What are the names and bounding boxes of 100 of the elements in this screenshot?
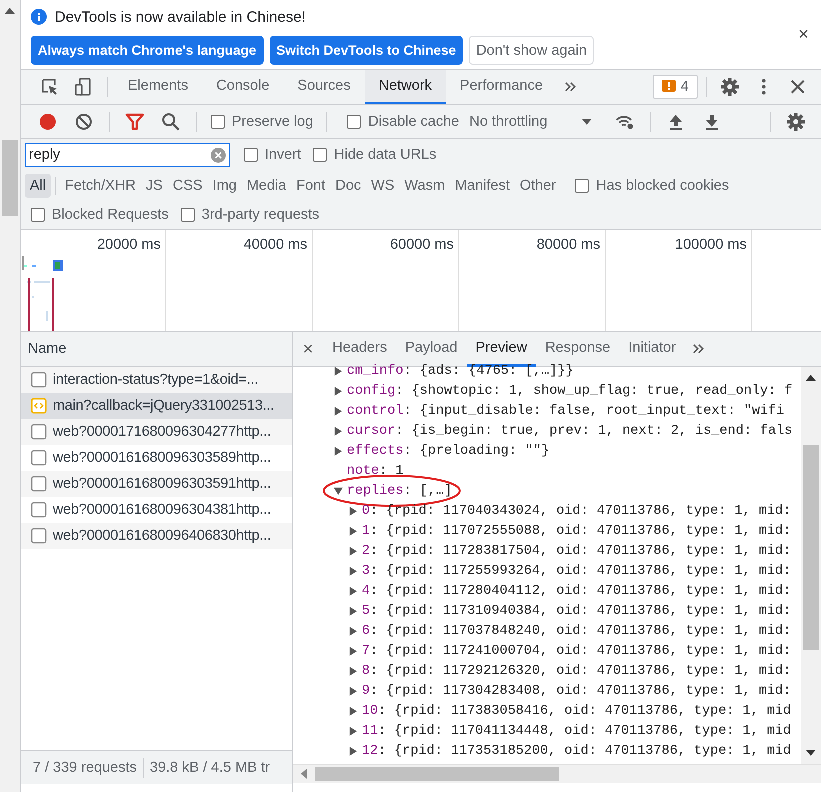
type-filter-button[interactable]: Fetch/XHR <box>60 174 142 198</box>
property-entry: note: 1 <box>347 464 404 478</box>
expand-triangle-icon[interactable] <box>349 606 358 616</box>
more-tabs-icon[interactable] <box>693 344 706 354</box>
expand-triangle-icon[interactable] <box>334 386 343 396</box>
scroll-left-icon[interactable] <box>301 769 307 779</box>
property-entry: 9: {rpid: 117304283408, oid: 470113786, type: 1, mid: <box>362 684 792 698</box>
checkbox[interactable] <box>31 208 45 222</box>
infobar-button[interactable]: Always match Chrome's language <box>31 36 264 65</box>
type-filter-button[interactable]: Other <box>515 174 562 198</box>
expand-triangle-icon[interactable] <box>334 446 343 456</box>
checkbox[interactable] <box>244 148 258 162</box>
request-row[interactable]: interaction-status?type=1&oid=... <box>21 367 292 393</box>
expand-triangle-icon[interactable] <box>349 546 358 556</box>
scroll-up-icon[interactable] <box>806 375 816 381</box>
expand-triangle-icon[interactable] <box>349 666 358 676</box>
record-icon[interactable] <box>38 112 58 132</box>
expand-triangle-icon[interactable] <box>349 686 358 696</box>
type-filter-button[interactable]: Media <box>242 174 292 198</box>
document-icon <box>31 528 47 544</box>
expand-triangle-icon[interactable] <box>349 746 358 756</box>
expand-triangle-icon[interactable] <box>349 646 358 656</box>
issue-icon <box>662 80 676 94</box>
infobar-button[interactable]: Switch DevTools to Chinese <box>270 36 464 65</box>
clear-icon[interactable] <box>74 112 94 132</box>
type-filter-button[interactable]: Font <box>291 174 330 198</box>
close-button[interactable]: × <box>293 338 324 360</box>
document-icon <box>31 424 47 440</box>
request-row[interactable]: web?0000161680096406830http... <box>21 523 292 549</box>
panel-tab[interactable]: Elements <box>114 70 202 104</box>
type-filter-button[interactable]: Wasm <box>400 174 450 198</box>
inspect-icon[interactable] <box>40 77 60 97</box>
collapse-triangle-icon[interactable] <box>334 486 343 496</box>
settings-icon[interactable] <box>720 77 740 97</box>
property-entry: 4: {rpid: 117280404112, oid: 470113786, type: 1, mid: <box>362 584 792 598</box>
request-name: web?0000161680096303591http... <box>53 476 272 492</box>
type-filter-button[interactable]: JS <box>141 174 168 198</box>
type-filter-button[interactable]: Img <box>208 174 242 198</box>
filter-icon[interactable] <box>125 112 145 132</box>
property-entry: 8: {rpid: 117292126320, oid: 470113786, type: 1, mid: <box>362 664 792 678</box>
settings-icon[interactable] <box>786 112 806 132</box>
checkbox-label: Blocked Requests <box>52 206 169 222</box>
property-entry: 5: {rpid: 117310940384, oid: 470113786, type: 1, mid: <box>362 604 792 618</box>
checkbox-label: Hide data URLs <box>334 147 437 163</box>
issues-badge[interactable]: 4 <box>652 75 698 99</box>
property-entry: control: {input_disable: false, root_input_text: "wifi <box>347 404 784 418</box>
infobar-button[interactable]: Don't show again <box>469 36 594 65</box>
time-label: 60000 ms <box>390 237 454 255</box>
expand-triangle-icon[interactable] <box>349 586 358 596</box>
expand-triangle-icon[interactable] <box>349 506 358 516</box>
checkbox[interactable] <box>575 178 590 192</box>
expand-triangle-icon[interactable] <box>349 626 358 636</box>
expand-triangle-icon[interactable] <box>334 426 343 436</box>
checkbox-label: Disable cache <box>368 114 460 130</box>
request-row[interactable]: web?0000161680096303589http... <box>21 445 292 471</box>
panel-tab[interactable]: Network <box>364 70 446 104</box>
type-filter-button[interactable]: Doc <box>330 174 366 198</box>
expand-triangle-icon[interactable] <box>349 526 358 536</box>
close-button[interactable]: × <box>796 24 811 45</box>
scrollbar-thumb[interactable] <box>2 140 18 216</box>
expand-triangle-icon[interactable] <box>349 726 358 736</box>
scroll-down-icon[interactable] <box>806 750 816 756</box>
scrollbar-thumb[interactable] <box>315 767 559 781</box>
checkbox-label: 3rd-party requests <box>202 206 320 222</box>
checkbox[interactable] <box>211 114 225 128</box>
clear-icon[interactable] <box>211 148 226 162</box>
request-name: web?0000161680096303589http... <box>53 450 272 466</box>
column-header[interactable]: Name <box>21 332 292 367</box>
panel-tab[interactable]: Sources <box>284 70 365 104</box>
checkbox[interactable] <box>347 114 362 128</box>
property-entry: 2: {rpid: 117283817504, oid: 470113786, type: 1, mid: <box>362 544 792 558</box>
type-filter-button[interactable]: All <box>25 174 52 198</box>
panel-tab[interactable]: Performance <box>446 70 558 104</box>
expand-triangle-icon[interactable] <box>349 566 358 576</box>
scrollbar-thumb[interactable] <box>803 445 819 650</box>
property-entry: replies: [,…] <box>347 484 452 498</box>
type-filter-button[interactable]: CSS <box>168 174 208 198</box>
filter-field[interactable]: reply <box>25 143 230 167</box>
expand-triangle-icon[interactable] <box>334 406 343 416</box>
checkbox[interactable] <box>313 148 328 162</box>
more-tabs-icon[interactable] <box>565 82 578 92</box>
device-icon[interactable] <box>74 77 94 97</box>
panel-tab[interactable]: Console <box>202 70 284 104</box>
search-icon[interactable] <box>161 112 181 132</box>
request-row[interactable]: web?0000161680096303591http... <box>21 471 292 497</box>
request-row[interactable]: web?0000161680096304381http... <box>21 497 292 523</box>
throttling-select[interactable]: No throttling <box>467 114 552 130</box>
detail-tab[interactable]: Initiator <box>620 332 686 366</box>
time-label: 20000 ms <box>97 237 161 255</box>
type-filter-button[interactable]: Manifest <box>450 174 515 198</box>
scroll-up-icon[interactable] <box>5 8 15 14</box>
property-entry: 7: {rpid: 117241000704, oid: 470113786, type: 1, mid: <box>362 644 792 658</box>
expand-triangle-icon[interactable] <box>349 706 358 716</box>
checkbox[interactable] <box>180 208 195 222</box>
property-entry: 1: {rpid: 117072555088, oid: 470113786, type: 1, mid: <box>362 524 792 538</box>
request-row[interactable]: main?callback=jQuery331002513... <box>21 393 292 419</box>
expand-triangle-icon[interactable] <box>334 366 343 376</box>
dropdown-arrow-icon[interactable] <box>582 118 592 124</box>
type-filter-button[interactable]: WS <box>366 174 400 198</box>
request-row[interactable]: web?0000171680096304277http... <box>21 419 292 445</box>
